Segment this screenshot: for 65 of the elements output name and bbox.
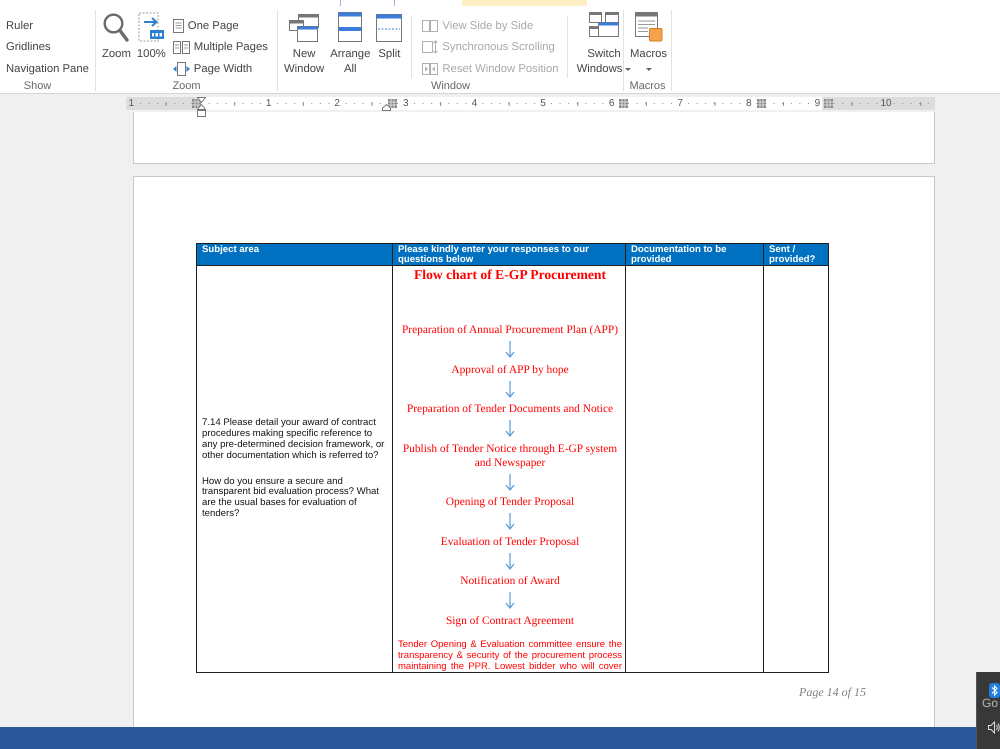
note-text: Tender Opening & Evaluation committee ensure the transparency & security of the procurement process maintaining the PPR. Lowest bidder who will cover	[398, 638, 622, 672]
speaker-icon[interactable]	[988, 721, 1000, 734]
page-number: Page 14 of 15	[799, 685, 866, 699]
column-marker-icon[interactable]	[619, 99, 628, 108]
flowchart-title: Flow chart of E-GP Procurement	[414, 267, 606, 282]
notice-text: Go	[982, 697, 998, 710]
column-marker-icon[interactable]	[388, 99, 397, 108]
indent-marker-icon[interactable]	[197, 97, 206, 117]
down-arrow-icon	[505, 513, 515, 530]
column-marker-icon[interactable]	[757, 99, 766, 108]
flowchart-step: Publish of Tender Notice through E-GP system and Newspaper	[398, 442, 622, 470]
flowchart-step: Preparation of Annual Procurement Plan (APP)	[398, 323, 622, 337]
column-marker-icon[interactable]	[824, 99, 833, 108]
flowchart-step: Opening of Tender Proposal	[398, 495, 622, 509]
flowchart-step: Evaluation of Tender Proposal	[398, 534, 622, 548]
reset-window-icon	[422, 62, 438, 75]
group-label: Zoom	[172, 79, 201, 93]
macro-sheet-icon	[634, 12, 663, 42]
split-window-icon	[376, 14, 402, 42]
group-label: Macros	[629, 79, 666, 93]
column-header: Sent / provided?	[764, 244, 828, 266]
flowchart-step: Preparation of Tender Documents and Notice	[398, 402, 622, 416]
ruler-number: 1	[126, 97, 136, 110]
gridlines-option[interactable]: Gridlines	[4, 36, 91, 58]
column-header: Documentation to be provided	[626, 244, 764, 266]
ruler-option[interactable]: Ruler	[4, 15, 91, 36]
flowchart-step: Sign of Contract Agreement	[398, 614, 622, 628]
split-button[interactable]: Split	[373, 12, 406, 79]
stacked-windows-icon	[289, 14, 320, 42]
new-window-button[interactable]: New Window	[281, 12, 328, 79]
question-text: 7.14 Please detail your award of contract procedures making specific reference to any pre-determined decision framework, or other documentation which is referred to?	[202, 418, 386, 462]
caret-icon	[646, 68, 652, 71]
flowchart-step: Approval of APP by hope	[398, 362, 622, 376]
zoom-100-button[interactable]: 100%	[134, 12, 169, 79]
group-label: Show	[24, 79, 52, 93]
navigation-pane-option[interactable]: Navigation Pane	[4, 58, 91, 80]
arrange-all-button[interactable]: Arrange All	[327, 12, 374, 79]
down-arrow-icon	[505, 380, 515, 398]
down-arrow-icon	[505, 552, 515, 570]
page-width-button[interactable]: Page Width	[170, 58, 270, 80]
page-arrow-icon	[138, 12, 164, 42]
page-icon	[172, 18, 184, 33]
two-pages-icon	[172, 40, 190, 54]
down-arrow-icon	[505, 592, 515, 610]
macros-button[interactable]: Macros	[627, 12, 670, 79]
page-width-icon	[172, 62, 190, 76]
column-marker-icon[interactable]	[192, 99, 201, 108]
flowchart-step: Notification of Award	[398, 574, 622, 588]
zoom-button[interactable]: Zoom	[99, 12, 134, 79]
down-arrow-icon	[505, 341, 515, 358]
bluetooth-icon[interactable]	[989, 683, 1000, 698]
magnifier-icon	[103, 13, 130, 42]
column-header: Please kindly enter your responses to our questions below	[392, 244, 626, 266]
window-rows-icon	[338, 12, 362, 42]
column-header: Subject area	[196, 244, 392, 266]
multiple-pages-button[interactable]: Multiple Pages	[170, 36, 270, 58]
one-page-button[interactable]: One Page	[170, 15, 270, 36]
sync-scroll-icon	[422, 40, 438, 54]
question-text: How do you ensure a secure and transparent bid evaluation process? What are the usual bases for evaluation of tenders?	[202, 476, 380, 520]
group-label: Window	[430, 79, 470, 93]
down-arrow-icon	[505, 474, 515, 491]
ribbon-tab[interactable]	[340, 0, 395, 6]
caret-icon	[625, 68, 632, 71]
side-by-side-icon	[422, 20, 438, 32]
down-arrow-icon	[505, 420, 515, 438]
